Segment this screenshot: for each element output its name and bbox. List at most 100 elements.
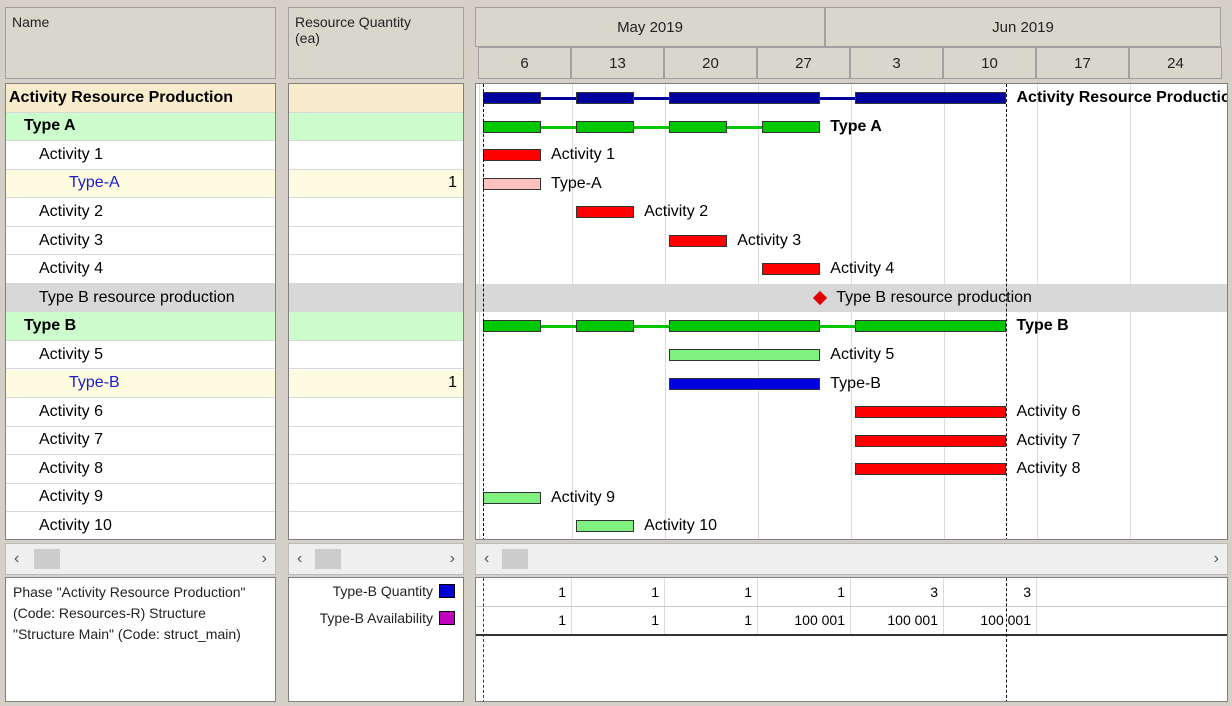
gantt-bar[interactable] — [483, 149, 541, 162]
gantt-bar[interactable] — [576, 120, 635, 133]
gantt-bar[interactable] — [855, 406, 1007, 419]
task-name: Activity 1 — [39, 145, 104, 163]
gantt-chart[interactable]: Activity Resource Production Type A Activi… — [475, 83, 1228, 540]
quantity-cell[interactable] — [289, 84, 463, 113]
gantt-bar[interactable] — [483, 92, 541, 104]
name-column-header[interactable]: Name — [5, 7, 276, 79]
gantt-bar[interactable] — [576, 520, 635, 533]
task-row[interactable]: Activity 7 — [6, 426, 275, 456]
gantt-bar[interactable] — [483, 491, 541, 504]
gantt-bar[interactable] — [855, 92, 1007, 104]
bar-label: Activity 8 — [1016, 460, 1081, 478]
quantity-cell[interactable] — [289, 398, 463, 427]
week-header: 27 — [757, 47, 850, 79]
gantt-bar[interactable] — [576, 206, 635, 219]
gantt-bar[interactable] — [762, 263, 821, 276]
quantity-cell[interactable] — [289, 226, 463, 256]
bar-label: Activity 3 — [737, 231, 802, 249]
gantt-scrollbar[interactable]: ‹ › — [475, 543, 1228, 575]
scroll-thumb[interactable] — [34, 549, 60, 569]
quantity-unit-label: (ea) — [295, 30, 320, 46]
week-header: 6 — [478, 47, 571, 79]
gantt-bar[interactable] — [669, 377, 821, 390]
legend-label: Type-B Quantity — [332, 583, 433, 599]
legend-label: Type-B Availability — [319, 610, 433, 626]
quantity-cell[interactable] — [289, 483, 463, 513]
bar-label: Activity 4 — [830, 260, 895, 278]
quantity-cell[interactable] — [289, 312, 463, 341]
quantity-value: 1 — [448, 374, 457, 392]
task-row[interactable]: Type B — [6, 312, 275, 341]
legend-swatch — [439, 611, 455, 625]
quantity-cell[interactable] — [289, 340, 463, 370]
histogram-value: 1 — [744, 584, 752, 600]
quantity-cell[interactable] — [289, 283, 463, 313]
histogram-value: 3 — [1023, 584, 1031, 600]
task-row[interactable]: Activity 4 — [6, 255, 275, 284]
gantt-bar[interactable] — [483, 177, 541, 190]
bar-label: Activity 6 — [1016, 403, 1081, 421]
task-row[interactable]: Activity 1 — [6, 141, 275, 170]
gantt-bar[interactable] — [576, 320, 635, 333]
gantt-bar[interactable] — [669, 320, 821, 333]
quantity-cell[interactable] — [289, 198, 463, 227]
task-name: Type-A — [69, 174, 120, 192]
gantt-bar[interactable] — [855, 463, 1007, 476]
task-row[interactable]: Activity 8 — [6, 455, 275, 484]
scroll-left-icon[interactable]: ‹ — [484, 550, 489, 568]
scroll-left-icon[interactable]: ‹ — [297, 550, 302, 568]
name-scrollbar[interactable]: ‹ › — [5, 543, 276, 575]
gantt-bar[interactable] — [855, 320, 1007, 333]
gantt-bar[interactable] — [576, 92, 635, 104]
task-row[interactable]: Activity 6 — [6, 398, 275, 427]
task-row[interactable]: Activity 9 — [6, 483, 275, 513]
project-start-line — [483, 84, 484, 539]
histogram-separator — [476, 634, 1227, 636]
quantity-cell[interactable] — [289, 112, 463, 142]
gantt-bar[interactable] — [762, 120, 821, 133]
week-header: 24 — [1129, 47, 1222, 79]
task-name: Type-B — [69, 374, 120, 392]
task-row[interactable]: Type A — [6, 112, 275, 142]
gantt-bar[interactable] — [483, 120, 541, 133]
gantt-bar[interactable] — [855, 434, 1007, 447]
month-header-jun: Jun 2019 — [825, 7, 1221, 47]
task-row[interactable]: Activity 5 — [6, 340, 275, 370]
task-row[interactable]: Type-B — [6, 369, 275, 398]
scroll-right-icon[interactable]: › — [450, 550, 455, 568]
histogram-value: 1 — [558, 584, 566, 600]
histogram-value: 1 — [744, 612, 752, 628]
quantity-cell[interactable] — [289, 455, 463, 484]
scroll-left-icon[interactable]: ‹ — [14, 550, 19, 568]
quantity-cell[interactable] — [289, 255, 463, 284]
task-row[interactable]: Activity 2 — [6, 198, 275, 227]
gantt-bar[interactable] — [669, 234, 728, 247]
quantity-column: 11 — [288, 83, 464, 540]
task-row[interactable]: Activity 3 — [6, 226, 275, 256]
scroll-right-icon[interactable]: › — [1214, 550, 1219, 568]
scroll-right-icon[interactable]: › — [262, 550, 267, 568]
gantt-bar[interactable] — [669, 120, 728, 133]
task-row[interactable]: Type-A — [6, 169, 275, 199]
quantity-scrollbar[interactable]: ‹ › — [288, 543, 464, 575]
quantity-cell[interactable] — [289, 512, 463, 539]
gantt-bar[interactable] — [669, 92, 821, 104]
histogram-value: 3 — [930, 584, 938, 600]
scroll-thumb[interactable] — [502, 549, 528, 569]
gantt-bar[interactable] — [669, 348, 821, 361]
histogram-legend-item: Type-B Availability — [320, 610, 455, 626]
task-name: Activity 6 — [39, 402, 104, 420]
quantity-cell[interactable] — [289, 426, 463, 456]
quantity-cell[interactable] — [289, 141, 463, 170]
quantity-column-header[interactable]: Resource Quantity (ea) — [288, 7, 464, 79]
task-row[interactable]: Activity 10 — [6, 512, 275, 539]
task-name: Activity 7 — [39, 431, 104, 449]
quantity-cell[interactable]: 1 — [289, 369, 463, 398]
task-row[interactable]: Type B resource production — [6, 283, 275, 313]
task-name: Activity 2 — [39, 202, 104, 220]
quantity-header-label: Resource Quantity — [295, 14, 411, 30]
quantity-cell[interactable]: 1 — [289, 169, 463, 199]
gantt-bar[interactable] — [483, 320, 541, 333]
scroll-thumb[interactable] — [315, 549, 341, 569]
task-row[interactable]: Activity Resource Production — [6, 84, 275, 113]
